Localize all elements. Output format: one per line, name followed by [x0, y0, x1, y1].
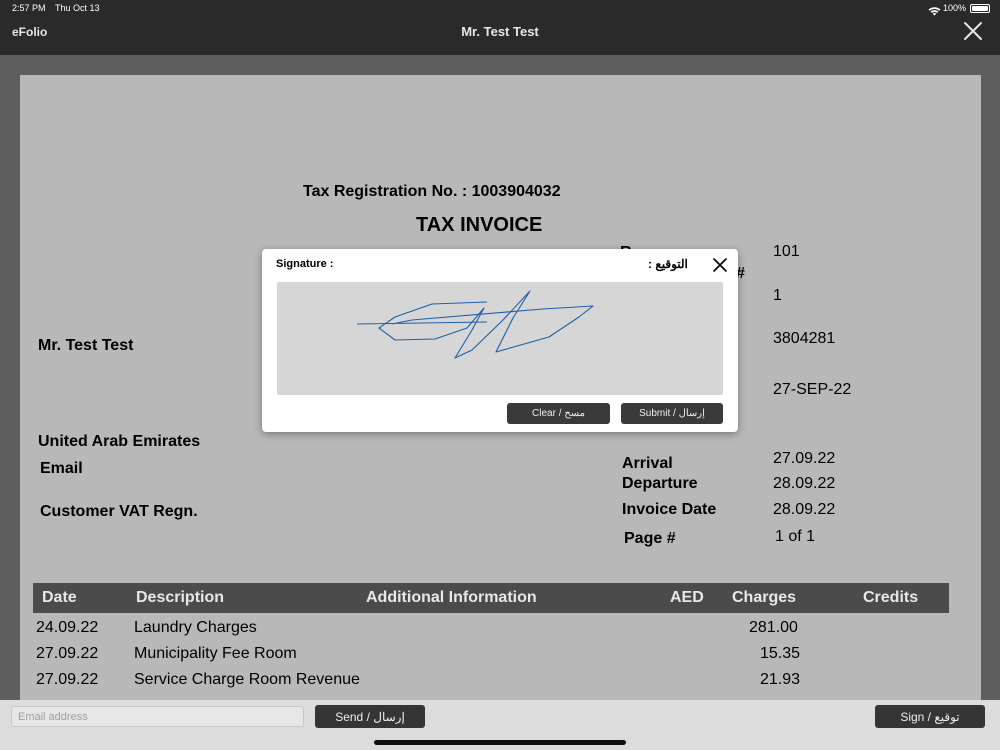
column-header-date: Date	[42, 589, 77, 606]
departure-label: Departure	[622, 475, 698, 492]
field-value: 101	[773, 243, 800, 260]
invoice-heading: TAX INVOICE	[416, 214, 543, 236]
invoice-date-label: Invoice Date	[622, 501, 717, 518]
row-description: Municipality Fee Room	[134, 645, 297, 662]
email-label: Email	[40, 460, 83, 477]
battery-icon	[970, 4, 990, 13]
row-date: 24.09.22	[36, 619, 99, 636]
table-row: 27.09.22 Service Charge Room Revenue 21.…	[20, 671, 981, 697]
signature-label-arabic: التوقيع :	[648, 257, 688, 271]
close-icon[interactable]	[960, 18, 986, 44]
departure-value: 28.09.22	[773, 475, 836, 492]
invoice-date-value: 28.09.22	[773, 501, 836, 518]
signature-dialog: Signature : التوقيع : Clear / مسح Submit…	[262, 249, 738, 432]
row-charges: 15.35	[760, 645, 801, 662]
close-icon[interactable]	[712, 257, 728, 273]
bottom-toolbar: Send / إرسال Sign / توقيع	[0, 700, 1000, 750]
window-title: Mr. Test Test	[461, 24, 539, 39]
guest-name: Mr. Test Test	[38, 337, 134, 354]
home-indicator[interactable]	[374, 740, 626, 745]
clear-button[interactable]: Clear / مسح	[507, 403, 610, 424]
row-date: 27.09.22	[36, 671, 99, 688]
arrival-value: 27.09.22	[773, 450, 836, 467]
tax-registration: Tax Registration No. : 1003904032	[303, 183, 561, 200]
signature-pad[interactable]	[277, 282, 723, 395]
column-header-charges: Charges	[732, 589, 797, 606]
field-value: 1	[773, 287, 782, 304]
row-charges: 281.00	[749, 619, 798, 636]
table-row: 24.09.22 Laundry Charges 281.00	[20, 619, 981, 645]
signature-label: Signature :	[276, 258, 334, 270]
signature-stroke	[356, 290, 594, 359]
page-label: Page #	[624, 530, 676, 547]
table-row: 27.09.22 Municipality Fee Room 15.35	[20, 645, 981, 671]
arrival-label: Arrival	[622, 455, 673, 472]
column-header-additional-info: Additional Information	[366, 589, 537, 606]
column-header-description: Description	[136, 589, 225, 606]
field-value: 27-SEP-22	[773, 381, 852, 398]
row-date: 27.09.22	[36, 645, 99, 662]
field-value: 3804281	[773, 330, 836, 347]
column-header-aed: AED	[670, 589, 704, 606]
table-header: Date Description Additional Information …	[33, 583, 949, 613]
vat-label: Customer VAT Regn.	[40, 503, 198, 520]
page-value: 1 of 1	[775, 528, 816, 545]
submit-button[interactable]: Submit / إرسال	[621, 403, 723, 424]
row-charges: 21.93	[760, 671, 801, 688]
status-date: Thu Oct 13	[55, 3, 100, 13]
email-address-input[interactable]	[11, 706, 304, 727]
sign-button[interactable]: Sign / توقيع	[875, 705, 985, 728]
send-button[interactable]: Send / إرسال	[315, 705, 425, 728]
column-header-credits: Credits	[863, 589, 919, 606]
title-bar: 2:57 PM Thu Oct 13 100% eFolio Mr. Test …	[0, 0, 1000, 55]
battery-level: 100%	[943, 3, 967, 13]
row-description: Service Charge Room Revenue	[134, 671, 360, 688]
wifi-icon	[928, 3, 941, 16]
row-description: Laundry Charges	[134, 619, 257, 636]
status-time: 2:57 PM	[12, 3, 46, 13]
guest-country: United Arab Emirates	[38, 433, 201, 450]
